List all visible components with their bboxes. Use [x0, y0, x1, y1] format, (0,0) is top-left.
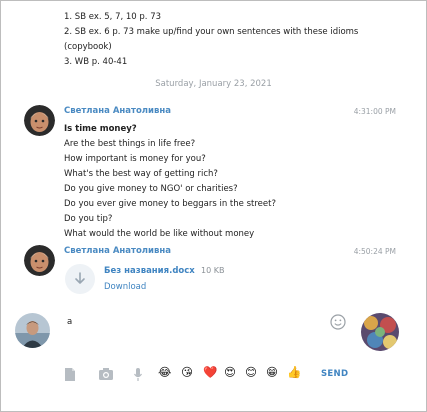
quick-emoji-button[interactable]: 😁	[266, 365, 278, 379]
message-line: Are the best things in life free?	[64, 139, 196, 149]
smiley-outline-icon[interactable]	[330, 314, 346, 334]
message-line: Do you tip?	[64, 214, 113, 224]
quick-emoji-button[interactable]: 😊	[245, 365, 257, 379]
previous-message-line: 3. WB p. 40-41	[64, 57, 128, 67]
message-timestamp: 4:50:24 PM	[353, 247, 396, 256]
download-arrow-icon[interactable]	[65, 264, 95, 294]
quick-emoji-button[interactable]: 😘	[181, 365, 193, 379]
file-size: 10 KB	[201, 266, 225, 275]
microphone-icon[interactable]	[133, 367, 143, 382]
sender-name[interactable]: Светлана Анатоливна	[64, 246, 171, 256]
chat-window: 1. SB ex. 5, 7, 10 p. 73 2. SB ex. 6 p. …	[0, 0, 427, 412]
send-button[interactable]: SEND	[321, 369, 348, 379]
quick-emoji-button[interactable]: 👍	[287, 365, 301, 379]
message-body: Is time money? Are the best things in li…	[64, 122, 364, 242]
my-avatar[interactable]	[15, 313, 50, 348]
message-line: Do you ever give money to beggars in the…	[64, 199, 276, 209]
message-line: How important is money for you?	[64, 154, 206, 164]
quick-emoji-button[interactable]: ❤️	[203, 365, 217, 379]
sender-name[interactable]: Светлана Анатоливна	[64, 106, 171, 116]
previous-message-line: 2. SB ex. 6 p. 73 make up/find your own …	[64, 27, 359, 52]
message-input[interactable]: a	[67, 317, 72, 327]
message-line: Do you give money to NGO' or charities?	[64, 184, 238, 194]
contact-avatar[interactable]	[361, 313, 399, 351]
date-separator: Saturday, January 23, 2021	[155, 79, 272, 89]
sender-avatar[interactable]	[24, 245, 55, 276]
download-link[interactable]: Download	[104, 282, 146, 292]
file-name-link[interactable]: Без названия.docx	[104, 266, 195, 276]
previous-message: 1. SB ex. 5, 7, 10 p. 73 2. SB ex. 6 p. …	[64, 10, 364, 70]
message-line: What's the best way of getting rich?	[64, 169, 218, 179]
message-timestamp: 4:31:00 PM	[353, 107, 396, 116]
message-line: What would the world be like without mon…	[64, 229, 255, 239]
camera-icon[interactable]	[98, 367, 114, 381]
message-title: Is time money?	[64, 124, 137, 134]
previous-message-line: 1. SB ex. 5, 7, 10 p. 73	[64, 12, 162, 22]
attach-file-icon[interactable]	[64, 367, 76, 382]
sender-avatar[interactable]	[24, 105, 55, 136]
quick-emoji-button[interactable]: 😂	[158, 365, 171, 379]
quick-emoji-button[interactable]: 😍	[224, 365, 236, 379]
